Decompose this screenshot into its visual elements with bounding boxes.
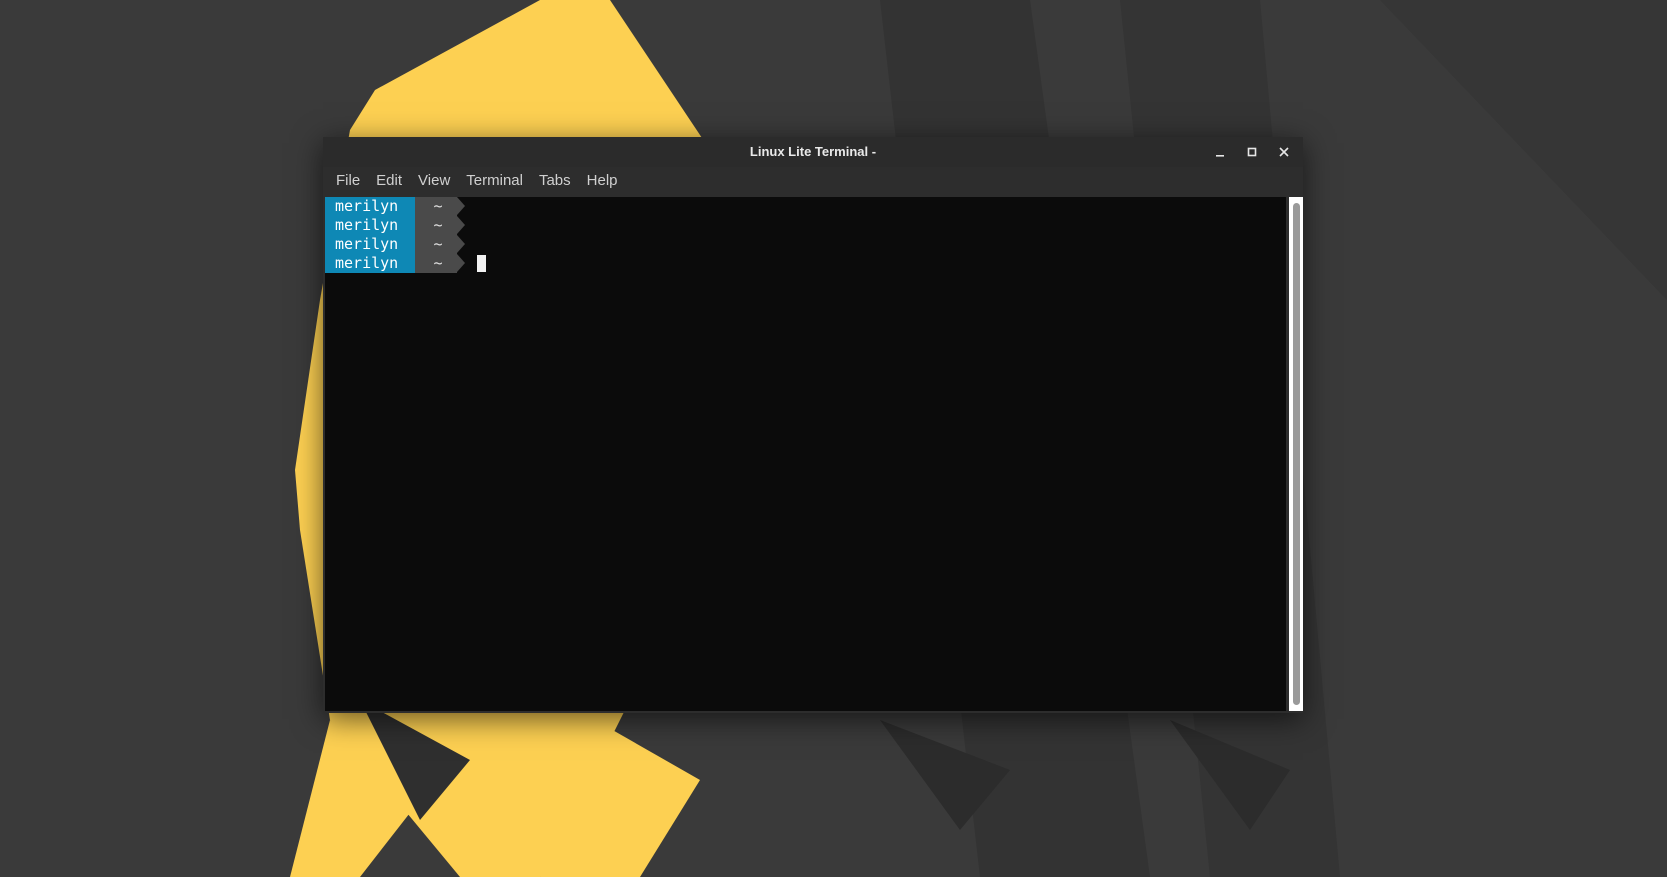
maximize-button[interactable] xyxy=(1241,142,1263,162)
menu-edit[interactable]: Edit xyxy=(368,167,410,195)
terminal-output[interactable]: merilyn ~ merilyn ~ merilyn ~ merilyn ~ xyxy=(325,197,1286,711)
prompt-directory: ~ xyxy=(415,254,465,273)
prompt-user: merilyn xyxy=(325,216,423,235)
text-cursor xyxy=(477,255,486,272)
menu-view[interactable]: View xyxy=(410,167,458,195)
prompt-user: merilyn xyxy=(325,254,423,273)
window-title: Linux Lite Terminal - xyxy=(749,144,877,159)
terminal-window: Linux Lite Terminal - File Edit View Ter… xyxy=(323,137,1303,713)
close-icon xyxy=(1279,147,1289,157)
prompt-line: merilyn ~ xyxy=(325,254,486,273)
prompt-line: merilyn ~ xyxy=(325,235,465,254)
prompt-line: merilyn ~ xyxy=(325,216,465,235)
prompt-user: merilyn xyxy=(325,235,423,254)
menu-bar: File Edit View Terminal Tabs Help xyxy=(323,167,1303,195)
menu-tabs[interactable]: Tabs xyxy=(531,167,579,195)
prompt-user: merilyn xyxy=(325,197,423,216)
menu-file[interactable]: File xyxy=(328,167,368,195)
prompt-directory: ~ xyxy=(415,235,465,254)
minimize-button[interactable] xyxy=(1209,142,1231,162)
close-button[interactable] xyxy=(1273,142,1295,162)
prompt-directory: ~ xyxy=(415,216,465,235)
maximize-icon xyxy=(1247,147,1257,157)
prompt-directory: ~ xyxy=(415,197,465,216)
vertical-scrollbar[interactable] xyxy=(1289,197,1303,711)
minimize-icon xyxy=(1216,155,1224,157)
menu-terminal[interactable]: Terminal xyxy=(458,167,531,195)
title-bar[interactable]: Linux Lite Terminal - xyxy=(323,137,1303,167)
menu-help[interactable]: Help xyxy=(579,167,626,195)
scrollbar-thumb[interactable] xyxy=(1293,203,1300,705)
prompt-line: merilyn ~ xyxy=(325,197,465,216)
